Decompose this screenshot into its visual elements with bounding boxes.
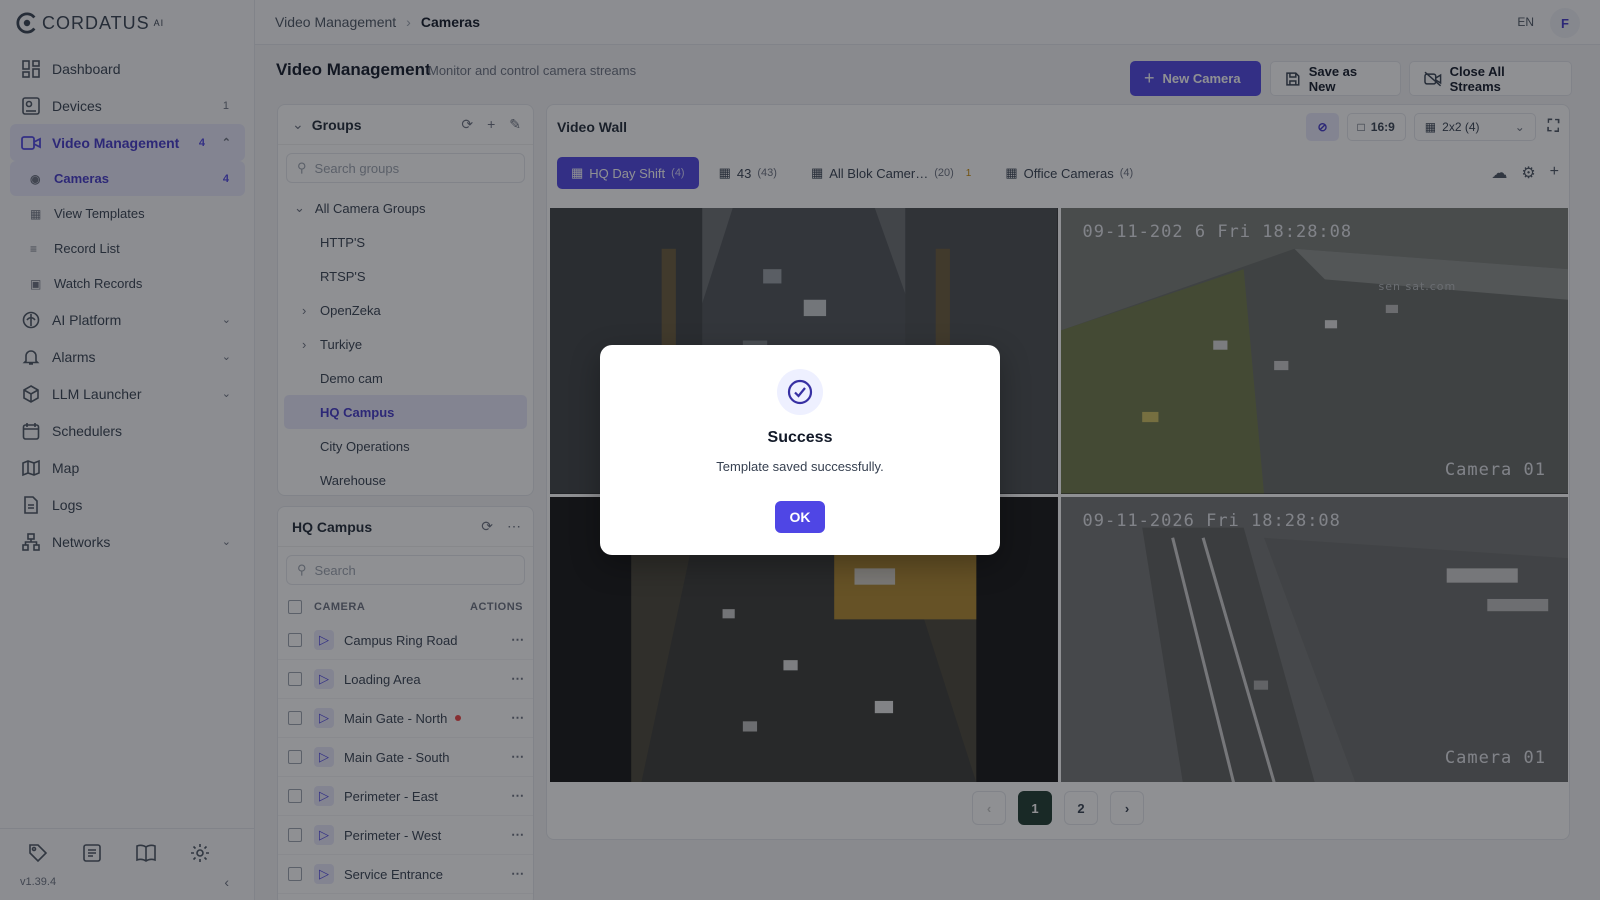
dialog-title: Success [767,429,833,446]
check-circle-icon [777,369,823,415]
app-root: CORDATUS AI Dashboard Devices 1 Video Man… [0,0,1600,900]
success-dialog: Success Template saved successfully. OK [600,345,1000,555]
ok-button[interactable]: OK [775,501,825,533]
dialog-message: Template saved successfully. [716,459,884,474]
